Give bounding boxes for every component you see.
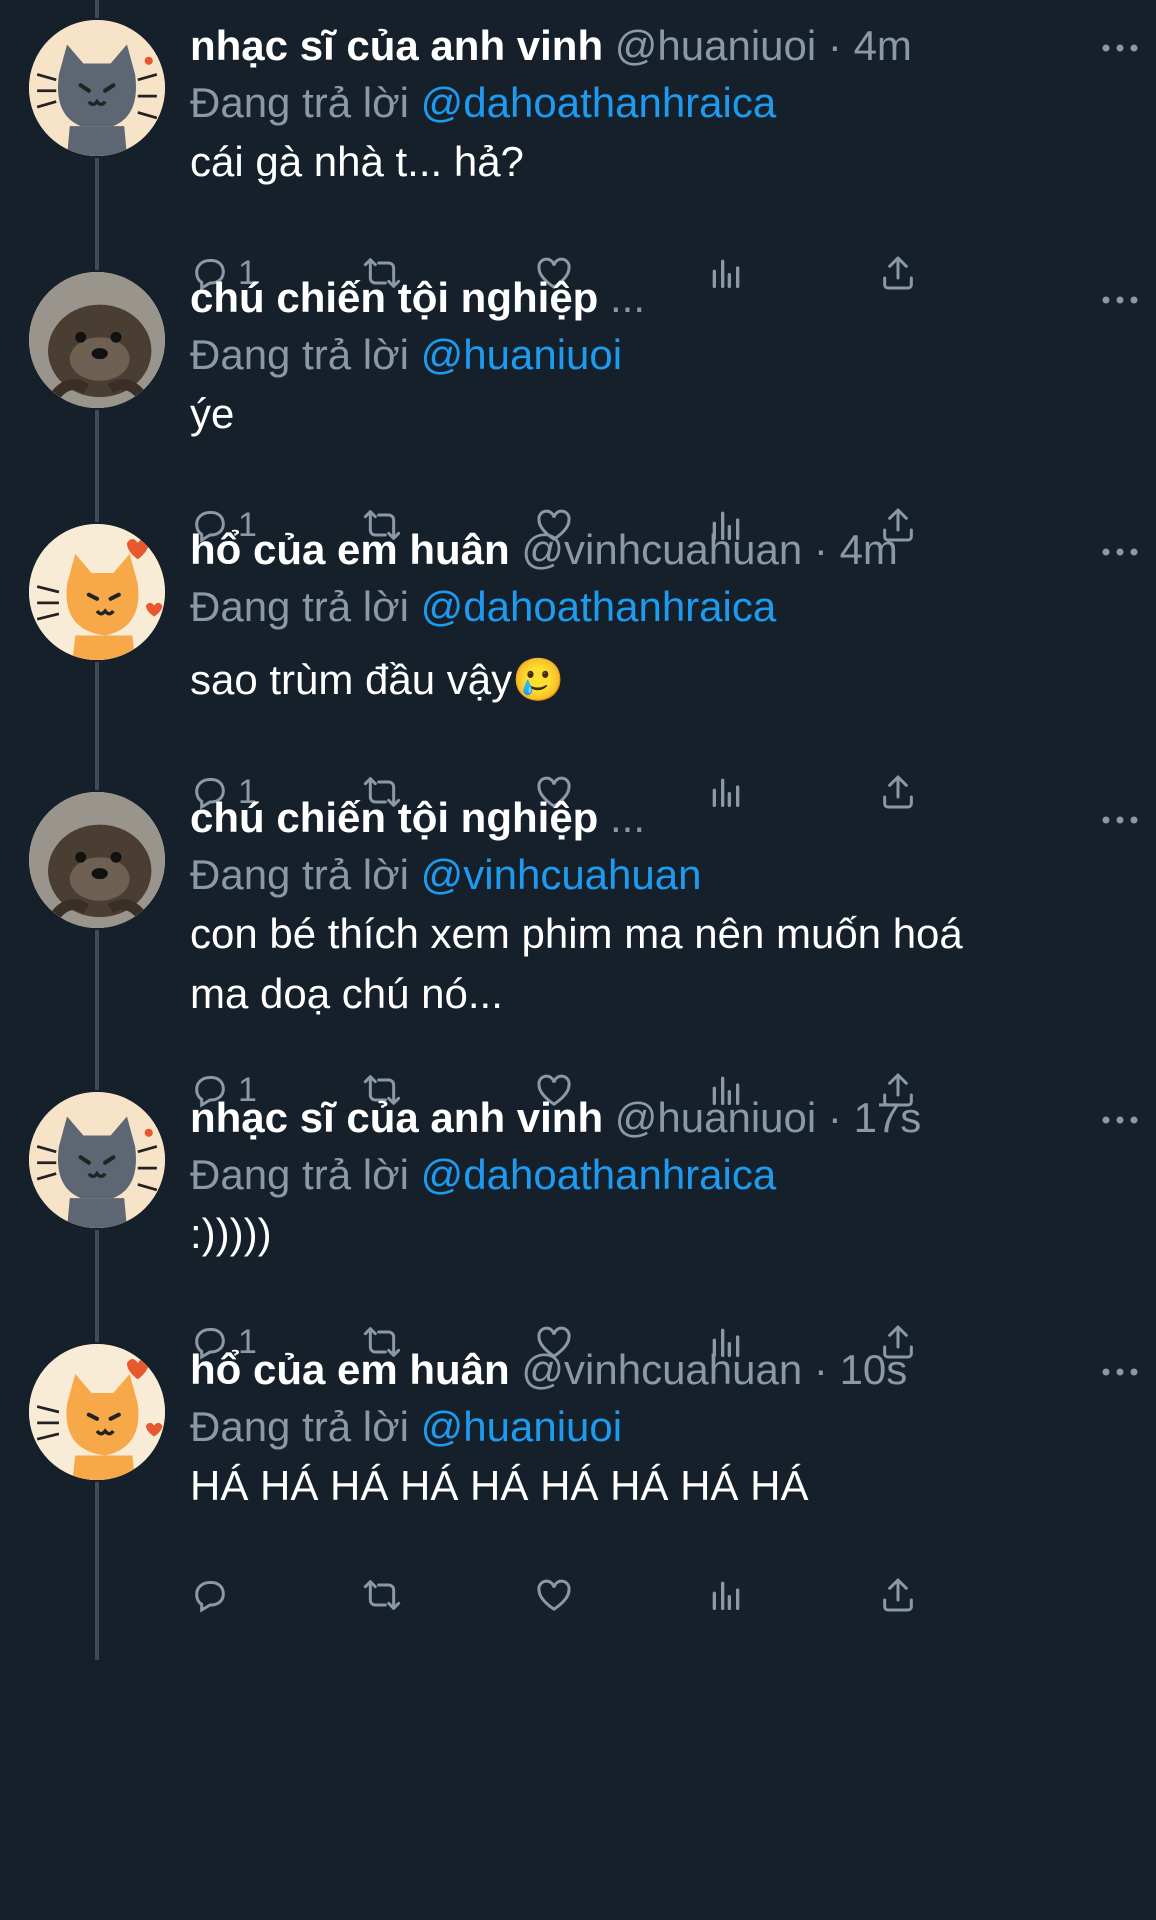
time-separator: · xyxy=(827,1094,842,1141)
tweet-text-line: con bé thích xem phim ma nên muốn hoá xyxy=(190,910,963,957)
tweet-text: ýe xyxy=(190,384,1090,444)
replying-to: Đang trả lời @dahoathanhraica xyxy=(190,1146,1090,1204)
tweet-header: chú chiến tội nghiệp ... xyxy=(190,270,1090,326)
replying-to-label: Đang trả lời xyxy=(190,1151,409,1198)
more-options-icon[interactable] xyxy=(1090,280,1150,320)
reply-button[interactable] xyxy=(190,1575,362,1615)
gray-cat-avatar xyxy=(29,20,165,156)
display-name[interactable]: nhạc sĩ của anh vinh xyxy=(190,1094,603,1141)
avatar[interactable] xyxy=(27,270,167,410)
reply-mention-link[interactable]: @huaniuoi xyxy=(421,1403,622,1450)
avatar[interactable] xyxy=(27,790,167,930)
display-name[interactable]: nhạc sĩ của anh vinh xyxy=(190,22,603,69)
tweet-text-line: cái gà nhà t... hả? xyxy=(190,138,524,185)
tweet-content: chú chiến tội nghiệp ... Đang trả lời @hu… xyxy=(190,270,1138,544)
tweet-header: nhạc sĩ của anh vinh @huaniuoi · 17s xyxy=(190,1090,1090,1146)
time-separator: · xyxy=(813,526,828,573)
tweet-text-line: ma doạ chú nó... xyxy=(190,970,503,1017)
gray-cat-avatar xyxy=(29,1092,165,1228)
tweet-header: hổ của em huân @vinhcuahuan · 10s xyxy=(190,1342,1090,1398)
tweet-text-line: ýe xyxy=(190,390,235,437)
display-name[interactable]: hổ của em huân xyxy=(190,1346,510,1393)
avatar[interactable] xyxy=(27,1342,167,1482)
tweet-content: chú chiến tội nghiệp ... Đang trả lời @vi… xyxy=(190,790,1138,1109)
replying-to: Đang trả lời @vinhcuahuan xyxy=(190,846,1090,904)
views-button[interactable] xyxy=(706,1575,878,1615)
user-handle[interactable]: @huaniuoi xyxy=(615,1094,816,1141)
tweet-text: sao trùm đầu vậy🥲 xyxy=(190,650,1090,710)
reply-thread: nhạc sĩ của anh vinh @huaniuoi · 4m Đang … xyxy=(0,0,1156,1920)
tweet-actions xyxy=(190,1565,1050,1625)
share-button[interactable] xyxy=(878,1575,1050,1615)
replying-to-label: Đang trả lời xyxy=(190,79,409,126)
user-handle[interactable]: @vinhcuahuan xyxy=(521,1346,802,1393)
tweet-timestamp[interactable]: 17s xyxy=(854,1094,922,1141)
tweet-text-line: sao trùm đầu vậy🥲 xyxy=(190,656,565,703)
replying-to-label: Đang trả lời xyxy=(190,331,409,378)
otter-avatar xyxy=(29,272,165,408)
heart-icon xyxy=(534,1575,574,1615)
reply-icon xyxy=(190,1575,230,1615)
share-icon xyxy=(878,1575,918,1615)
replying-to-label: Đang trả lời xyxy=(190,851,409,898)
otter-avatar xyxy=(29,792,165,928)
tweet-content: hổ của em huân @vinhcuahuan · 10s Đang tr… xyxy=(190,1342,1138,1613)
tweet-header: chú chiến tội nghiệp ... xyxy=(190,790,1090,846)
orange-cat-avatar xyxy=(29,1344,165,1480)
more-options-icon[interactable] xyxy=(1090,1352,1150,1392)
tweet-timestamp[interactable]: 4m xyxy=(840,526,898,573)
more-options-icon[interactable] xyxy=(1090,532,1150,572)
analytics-icon xyxy=(706,1575,746,1615)
tweet-header: hổ của em huân @vinhcuahuan · 4m xyxy=(190,522,1090,578)
replying-to: Đang trả lời @huaniuoi xyxy=(190,326,1090,384)
display-name[interactable]: hổ của em huân xyxy=(190,526,510,573)
tweet-content: hổ của em huân @vinhcuahuan · 4m Đang trả… xyxy=(190,522,1138,811)
reply-mention-link[interactable]: @dahoathanhraica xyxy=(421,583,777,630)
like-button[interactable] xyxy=(534,1575,706,1615)
replying-to: Đang trả lời @dahoathanhraica xyxy=(190,74,1090,132)
tweet-text-line: HÁ HÁ HÁ HÁ HÁ HÁ HÁ HÁ HÁ xyxy=(190,1462,809,1509)
tweet-timestamp[interactable]: 10s xyxy=(840,1346,908,1393)
tweet-timestamp[interactable]: 4m xyxy=(854,22,912,69)
replying-to-label: Đang trả lời xyxy=(190,583,409,630)
reply-mention-link[interactable]: @vinhcuahuan xyxy=(421,851,702,898)
replying-to: Đang trả lời @dahoathanhraica xyxy=(190,578,1090,636)
tweet-text: HÁ HÁ HÁ HÁ HÁ HÁ HÁ HÁ HÁ xyxy=(190,1456,1090,1516)
tweet-text: cái gà nhà t... hả? xyxy=(190,132,1090,192)
orange-cat-avatar xyxy=(29,524,165,660)
tweet-text: :))))) xyxy=(190,1204,1090,1264)
replying-to-label: Đang trả lời xyxy=(190,1403,409,1450)
more-options-icon[interactable] xyxy=(1090,800,1150,840)
avatar[interactable] xyxy=(27,522,167,662)
reply-mention-link[interactable]: @dahoathanhraica xyxy=(421,1151,777,1198)
time-separator: · xyxy=(827,22,842,69)
tweet-content: nhạc sĩ của anh vinh @huaniuoi · 17s Đang… xyxy=(190,1090,1138,1361)
user-handle[interactable]: ... xyxy=(610,274,645,321)
avatar[interactable] xyxy=(27,1090,167,1230)
user-handle[interactable]: @vinhcuahuan xyxy=(521,526,802,573)
display-name[interactable]: chú chiến tội nghiệp xyxy=(190,794,598,841)
reply-mention-link[interactable]: @dahoathanhraica xyxy=(421,79,777,126)
display-name[interactable]: chú chiến tội nghiệp xyxy=(190,274,598,321)
replying-to: Đang trả lời @huaniuoi xyxy=(190,1398,1090,1456)
more-options-icon[interactable] xyxy=(1090,1100,1150,1140)
user-handle[interactable]: ... xyxy=(610,794,645,841)
more-options-icon[interactable] xyxy=(1090,28,1150,68)
tweet-text-line: :))))) xyxy=(190,1210,272,1257)
retweet-button[interactable] xyxy=(362,1575,534,1615)
tweet-header: nhạc sĩ của anh vinh @huaniuoi · 4m xyxy=(190,18,1090,74)
avatar[interactable] xyxy=(27,18,167,158)
user-handle[interactable]: @huaniuoi xyxy=(615,22,816,69)
tweet-text: con bé thích xem phim ma nên muốn hoá ma … xyxy=(190,904,1090,1024)
reply-mention-link[interactable]: @huaniuoi xyxy=(421,331,622,378)
time-separator: · xyxy=(813,1346,828,1393)
retweet-icon xyxy=(362,1575,402,1615)
tweet-content: nhạc sĩ của anh vinh @huaniuoi · 4m Đang … xyxy=(190,18,1138,292)
